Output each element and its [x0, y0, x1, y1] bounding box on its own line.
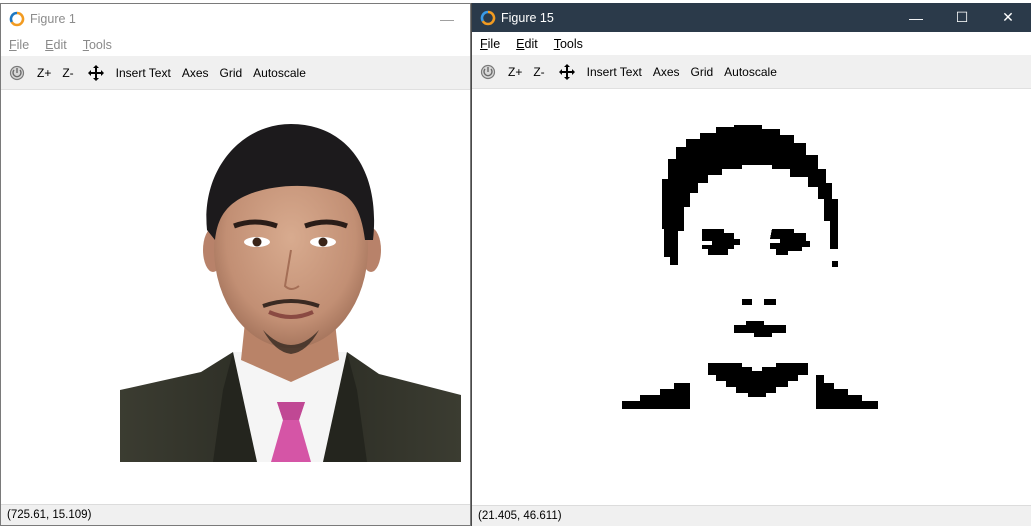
pan-icon[interactable]: [87, 64, 105, 82]
binary-face-image: [622, 125, 878, 409]
figure-15-window: Figure 15 — ☐ ✕ File Edit Tools Z+ Z- In…: [471, 3, 1031, 526]
zoom-out-button[interactable]: Z-: [62, 66, 73, 80]
octave-logo-icon: [9, 11, 25, 27]
maximize-icon: ☐: [955, 9, 969, 25]
menu-edit[interactable]: Edit: [516, 37, 538, 51]
menu-tools[interactable]: Tools: [554, 37, 583, 51]
figure-1-menubar: File Edit Tools: [1, 34, 470, 56]
close-icon: ✕: [1002, 9, 1014, 25]
maximize-button[interactable]: ☐: [939, 3, 985, 32]
figure-1-window: Figure 1 — File Edit Tools Z+ Z- Insert …: [0, 3, 471, 526]
figure-15-statusbar: (21.405, 46.611): [472, 505, 1031, 526]
zoom-in-button[interactable]: Z+: [508, 65, 522, 79]
axes-button[interactable]: Axes: [653, 65, 680, 79]
figure-1-canvas[interactable]: [1, 90, 470, 505]
menu-tools[interactable]: Tools: [83, 38, 112, 52]
figure-1-toolbar: Z+ Z- Insert Text Axes Grid Autoscale: [1, 56, 470, 90]
rotate-icon[interactable]: [479, 63, 497, 81]
figure-15-menubar: File Edit Tools: [472, 33, 1031, 55]
insert-text-button[interactable]: Insert Text: [587, 65, 642, 79]
autoscale-button[interactable]: Autoscale: [253, 66, 306, 80]
figure-15-canvas[interactable]: [472, 89, 1031, 506]
menu-file[interactable]: File: [480, 37, 500, 51]
grid-button[interactable]: Grid: [691, 65, 714, 79]
close-button[interactable]: ✕: [985, 3, 1031, 32]
autoscale-button[interactable]: Autoscale: [724, 65, 777, 79]
portrait-photo: [120, 124, 461, 462]
minimize-icon: —: [909, 9, 923, 26]
cursor-coordinates: (21.405, 46.611): [478, 510, 562, 522]
window-title: Figure 1: [30, 11, 76, 26]
axes-button[interactable]: Axes: [182, 66, 209, 80]
minimize-icon: —: [440, 10, 454, 27]
figure-15-titlebar[interactable]: Figure 15 — ☐ ✕: [472, 3, 1031, 32]
zoom-out-button[interactable]: Z-: [533, 65, 544, 79]
grid-button[interactable]: Grid: [220, 66, 243, 80]
rotate-icon[interactable]: [8, 64, 26, 82]
zoom-in-button[interactable]: Z+: [37, 66, 51, 80]
window-title: Figure 15: [501, 10, 554, 25]
menu-edit[interactable]: Edit: [45, 38, 67, 52]
menu-file[interactable]: File: [9, 38, 29, 52]
octave-logo-icon: [480, 10, 496, 26]
figure-1-statusbar: (725.61, 15.109): [1, 504, 470, 525]
pan-icon[interactable]: [558, 63, 576, 81]
insert-text-button[interactable]: Insert Text: [116, 66, 171, 80]
figure-15-toolbar: Z+ Z- Insert Text Axes Grid Autoscale: [472, 55, 1031, 89]
cursor-coordinates: (725.61, 15.109): [7, 509, 92, 521]
figure-1-titlebar[interactable]: Figure 1 —: [1, 4, 470, 33]
minimize-button[interactable]: —: [424, 4, 470, 33]
minimize-button[interactable]: —: [893, 3, 939, 32]
